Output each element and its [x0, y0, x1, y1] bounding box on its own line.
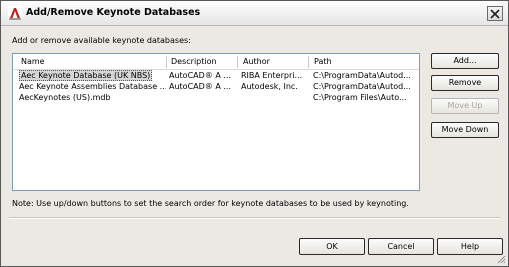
row-description: AutoCAD® A ... — [169, 71, 231, 80]
column-divider[interactable] — [308, 56, 309, 68]
row-name: Aec Keynote Assemblies Database ... — [19, 82, 166, 91]
row-description: AutoCAD® A ... — [169, 82, 231, 91]
move-up-button[interactable]: Move Up — [431, 98, 499, 114]
add-button[interactable]: Add... — [431, 53, 499, 69]
column-header-path[interactable]: Path — [314, 57, 332, 66]
close-icon — [490, 9, 500, 19]
column-divider[interactable] — [237, 56, 238, 68]
list-header: Name Description Author Path — [13, 54, 419, 70]
autocad-icon — [8, 6, 22, 20]
row-path: C:\ProgramData\Autod... — [313, 82, 411, 91]
column-divider[interactable] — [166, 56, 167, 68]
column-header-description[interactable]: Description — [171, 57, 217, 66]
keynote-database-list[interactable]: Name Description Author Path Aec Keynote… — [12, 53, 420, 191]
help-button[interactable]: Help — [437, 238, 503, 255]
row-path: C:\ProgramData\Autod... — [313, 71, 411, 80]
dialog-window: Add/Remove Keynote Databases Add or remo… — [0, 0, 509, 267]
cancel-button[interactable]: Cancel — [368, 238, 434, 255]
list-row[interactable]: Aec Keynote Assemblies Database ... Auto… — [13, 82, 419, 93]
resize-grip-icon[interactable] — [496, 254, 506, 264]
row-author: Autodesk, Inc. — [241, 82, 298, 91]
row-name: AecKeynotes (US).mdb — [19, 93, 111, 102]
row-path: C:\Program Files\Auto... — [313, 93, 407, 102]
remove-button[interactable]: Remove — [431, 75, 499, 91]
column-header-name[interactable]: Name — [21, 57, 45, 66]
list-row[interactable]: Aec Keynote Database (UK NBS) AutoCAD® A… — [13, 70, 419, 82]
column-header-author[interactable]: Author — [243, 57, 270, 66]
dialog-title: Add/Remove Keynote Databases — [26, 7, 201, 18]
description-label: Add or remove available keynote database… — [12, 36, 191, 45]
close-button[interactable] — [487, 6, 503, 21]
row-author: RIBA Enterpri... — [241, 71, 303, 80]
note-text: Note: Use up/down buttons to set the sea… — [12, 199, 409, 208]
list-row[interactable]: AecKeynotes (US).mdb C:\Program Files\Au… — [13, 93, 419, 104]
move-down-button[interactable]: Move Down — [431, 122, 499, 138]
ok-button[interactable]: OK — [299, 238, 365, 255]
row-name: Aec Keynote Database (UK NBS) — [19, 70, 153, 81]
separator — [9, 217, 500, 219]
title-bar[interactable]: Add/Remove Keynote Databases — [1, 1, 508, 26]
